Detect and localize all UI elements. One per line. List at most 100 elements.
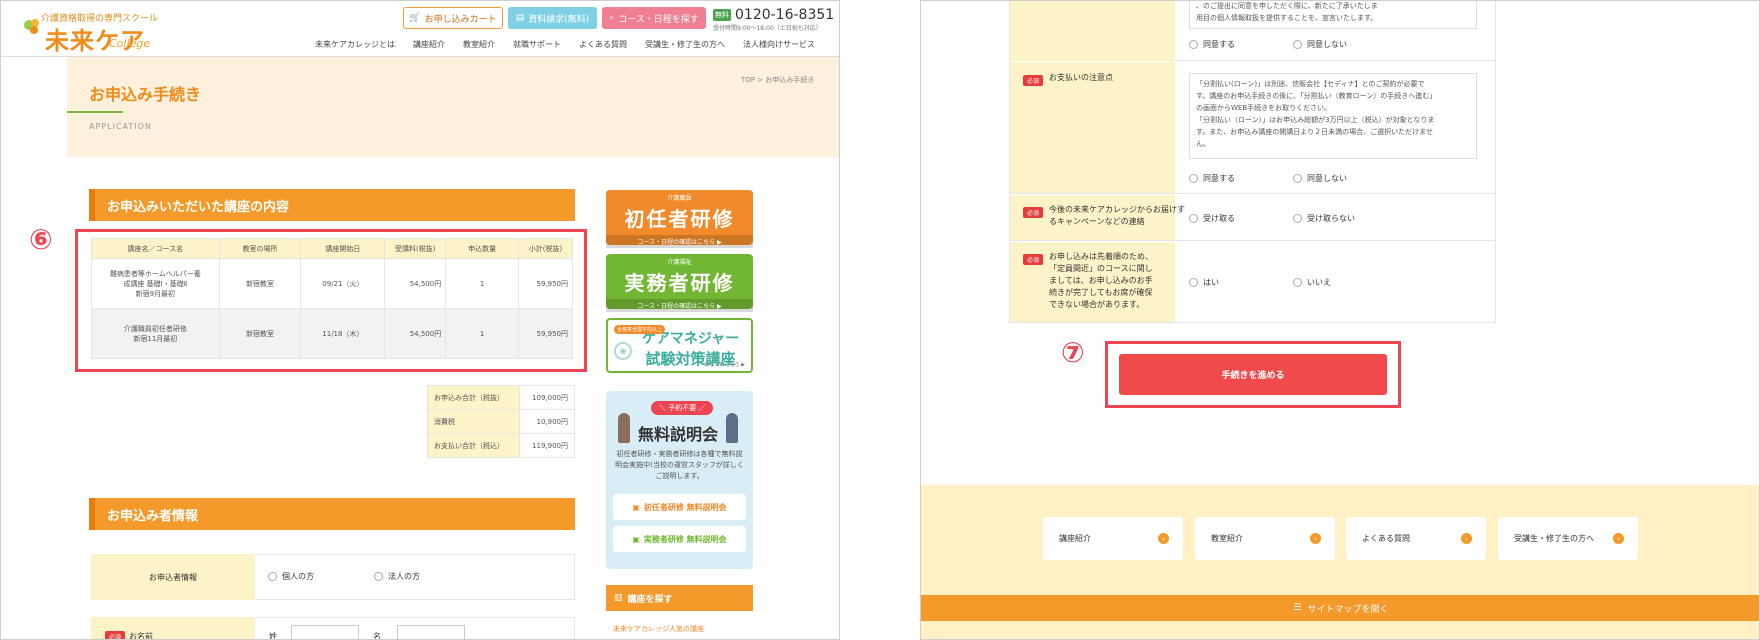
radio-circle-icon [1189, 40, 1198, 49]
radio-no[interactable]: いいえ [1293, 277, 1331, 288]
courses-section-heading: お申込みいただいた講座の内容 [89, 189, 575, 221]
applicant-type-label: お申込者情報 [91, 554, 255, 600]
radio-circle-icon [1189, 174, 1198, 183]
title-underline [67, 111, 123, 113]
banner-shoninsha[interactable]: 介護職員 初任者研修 コース・日程の確認はこちら ▶ [606, 190, 753, 248]
radio-circle-icon [1189, 278, 1198, 287]
book-icon: ▥ [614, 593, 623, 603]
proceed-button[interactable]: 手続きを進める [1119, 354, 1387, 395]
radio-payment-agree[interactable]: 同意する [1189, 173, 1235, 184]
nav-item-classrooms[interactable]: 教室紹介 [454, 39, 504, 50]
chevron-right-icon: › [1613, 533, 1624, 544]
totals-table: お申込み合計（税抜） 109,000円 消費税 10,900円 お支払い合計（税込）… [426, 385, 575, 458]
footer-nav-courses[interactable]: 講座紹介 › [1043, 517, 1183, 560]
page-subtitle: APPLICATION [89, 122, 152, 131]
nav-item-about[interactable]: 未来ケアカレッジとは [306, 39, 404, 50]
payment-textbox: 「分割払い(ローン)」は別途、信販会社【セディナ】とのご契約が必要で す。講座の… [1189, 73, 1477, 159]
campaign-label: 今後の未来ケアカレッジからお届けす るキャンペーンなどの連絡 [1049, 205, 1185, 226]
last-name-input[interactable] [291, 625, 359, 639]
required-badge: 必須 [105, 631, 126, 639]
required-badge: 必須 [1023, 207, 1044, 218]
footer-nav-students[interactable]: 受講生・修了生の方へ › [1498, 517, 1638, 560]
global-nav: 未来ケアカレッジとは 講座紹介 教室紹介 就職サポート よくある質問 受講生・修… [306, 39, 824, 50]
shoninsha-seminar-button[interactable]: ▣ 初任者研修 無料説明会 [613, 494, 746, 520]
step-marker-7: ⑦ [1061, 336, 1085, 369]
privacy-textbox: 、のご提出に同意を申しただく際に、新たに了承いたしま 用目の個人情報取扱を提供す… [1189, 1, 1477, 29]
radio-privacy-agree[interactable]: 同意する [1189, 39, 1235, 50]
popular-courses-link[interactable]: 未来ケアカレッジ人気の講座 [613, 624, 704, 634]
phone-number[interactable]: 無料 0120-16-8351 [713, 7, 834, 23]
radio-circle-icon [268, 572, 277, 581]
first-name-label: 名 [373, 632, 381, 640]
jitsumusha-seminar-button[interactable]: ▣ 実務者研修 無料説明会 [613, 526, 746, 552]
find-course-heading: ▥ 講座を探す [606, 585, 753, 611]
document-icon: ▤ [515, 13, 525, 23]
page-title: お申込み手続き [89, 85, 202, 104]
required-badge: 必須 [1023, 75, 1044, 86]
privacy-label-cell [1010, 1, 1175, 61]
table-row: 消費税 10,900円 [426, 409, 575, 434]
radio-corporate[interactable]: 法人の方 [374, 571, 420, 582]
left-screenshot-panel: 介護資格取得の専門スクール 未来ケア College 🛒 お申し込みカート ▤ 資料… [0, 0, 840, 640]
apply-cart-button[interactable]: 🛒 お申し込みカート [403, 7, 503, 29]
radio-circle-icon [374, 572, 383, 581]
free-seminar-box: ＼ 予約不要 ／ 無料説明会 初任者研修・実務者研修は各種で無料説明会実施中!当… [606, 391, 753, 569]
nav-item-faq[interactable]: よくある質問 [570, 39, 636, 50]
breadcrumb[interactable]: TOP > お申込み手続き [741, 75, 814, 85]
logo-leaf-icon [24, 19, 39, 34]
banner-caremanager[interactable]: 合格率全国平均以上 ⊕ ケアマネジャー 試験対策講座 詳しくはこちら ▶ [606, 318, 753, 373]
radio-payment-disagree[interactable]: 同意しない [1293, 173, 1347, 184]
radio-receive[interactable]: 受け取る [1189, 213, 1235, 224]
pass-rate-tag: 合格率全国平均以上 [614, 325, 666, 334]
seminar-title: 無料説明会 [638, 425, 719, 444]
sitemap-toggle[interactable]: ☰ サイトマップを開く [921, 595, 1759, 621]
footer-nav-faq[interactable]: よくある質問 › [1346, 517, 1486, 560]
table-row: お支払い合計（税込） 119,900円 [426, 433, 575, 458]
highlight-box-6 [75, 229, 587, 372]
radio-not-receive[interactable]: 受け取らない [1293, 213, 1355, 224]
free-dial-badge: 無料 [713, 9, 731, 21]
cart-icon: 🛒 [409, 13, 421, 23]
nav-item-students[interactable]: 受講生・修了生の方へ [636, 39, 734, 50]
presenter-illustration-icon [618, 413, 630, 443]
radio-circle-icon [1293, 174, 1302, 183]
chevron-right-icon: › [1461, 533, 1472, 544]
radio-circle-icon [1293, 40, 1302, 49]
right-screenshot-panel: 、のご提出に同意を申しただく際に、新たに了承いたしま 用目の個人情報取扱を提供す… [920, 0, 1760, 640]
hamburger-icon: ☰ [1293, 603, 1302, 613]
logo-sub: College [109, 37, 151, 50]
banner-jitsumusha[interactable]: 介護福祉 実務者研修 コース・日程の確認はこちら ▶ [606, 254, 753, 312]
nav-item-courses[interactable]: 講座紹介 [404, 39, 454, 50]
step-marker-6: ⑥ [29, 223, 53, 256]
applicant-section-heading: お申込み者情報 [89, 498, 575, 530]
first-name-input[interactable] [397, 625, 465, 639]
first-come-label: お申し込みは先着順のため、 「定員間近」のコースに関し ましては、お申し込みのお… [1049, 252, 1153, 309]
course-search-button[interactable]: ⌕ コース・日程を探す [602, 7, 706, 29]
required-badge: 必須 [1023, 254, 1044, 265]
radio-yes[interactable]: はい [1189, 277, 1219, 288]
no-reservation-tag: ＼ 予約不要 ／ [651, 401, 714, 415]
footer-nav-classrooms[interactable]: 教室紹介 › [1195, 517, 1335, 560]
radio-circle-icon [1293, 214, 1302, 223]
nav-item-corporate[interactable]: 法人様向けサービス [734, 39, 824, 50]
chat-icon: ▣ [632, 502, 640, 512]
payment-label: お支払いの注意点 [1049, 73, 1113, 82]
name-label: お名前 [129, 632, 153, 640]
chevron-right-icon: › [1310, 533, 1321, 544]
chat-icon: ▣ [632, 534, 640, 544]
chevron-right-icon: › [1158, 533, 1169, 544]
page-title-band [67, 57, 839, 157]
radio-circle-icon [1293, 278, 1302, 287]
attendee-illustration-icon [726, 413, 738, 443]
search-icon: ⌕ [609, 13, 615, 23]
seminar-description: 初任者研修・実務者研修は各種で無料説明会実施中!当校の運営スタッフが詳しくご説明… [615, 450, 744, 480]
business-hours: 受付時間9:00～18:00（土日祝も対応） [713, 25, 822, 32]
table-row: お申込み合計（税抜） 109,000円 [426, 385, 575, 410]
nav-item-job-support[interactable]: 就職サポート [504, 39, 570, 50]
last-name-label: 姓 [269, 632, 277, 640]
brochure-request-button[interactable]: ▤ 資料請求(無料) [508, 7, 597, 29]
radio-privacy-disagree[interactable]: 同意しない [1293, 39, 1347, 50]
radio-individual[interactable]: 個人の方 [268, 571, 314, 582]
pin-icon: ⊕ [614, 342, 632, 360]
radio-circle-icon [1189, 214, 1198, 223]
